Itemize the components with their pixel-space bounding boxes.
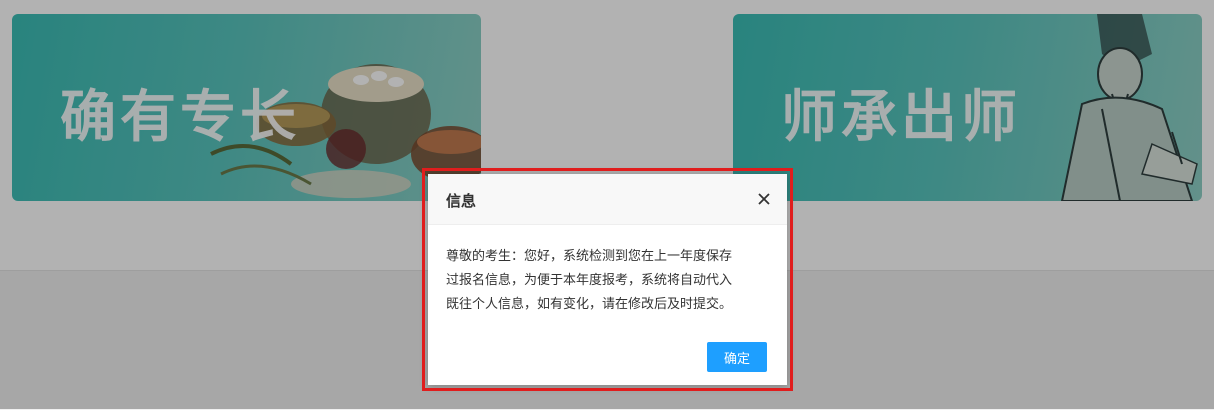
highlight-box <box>422 168 793 391</box>
